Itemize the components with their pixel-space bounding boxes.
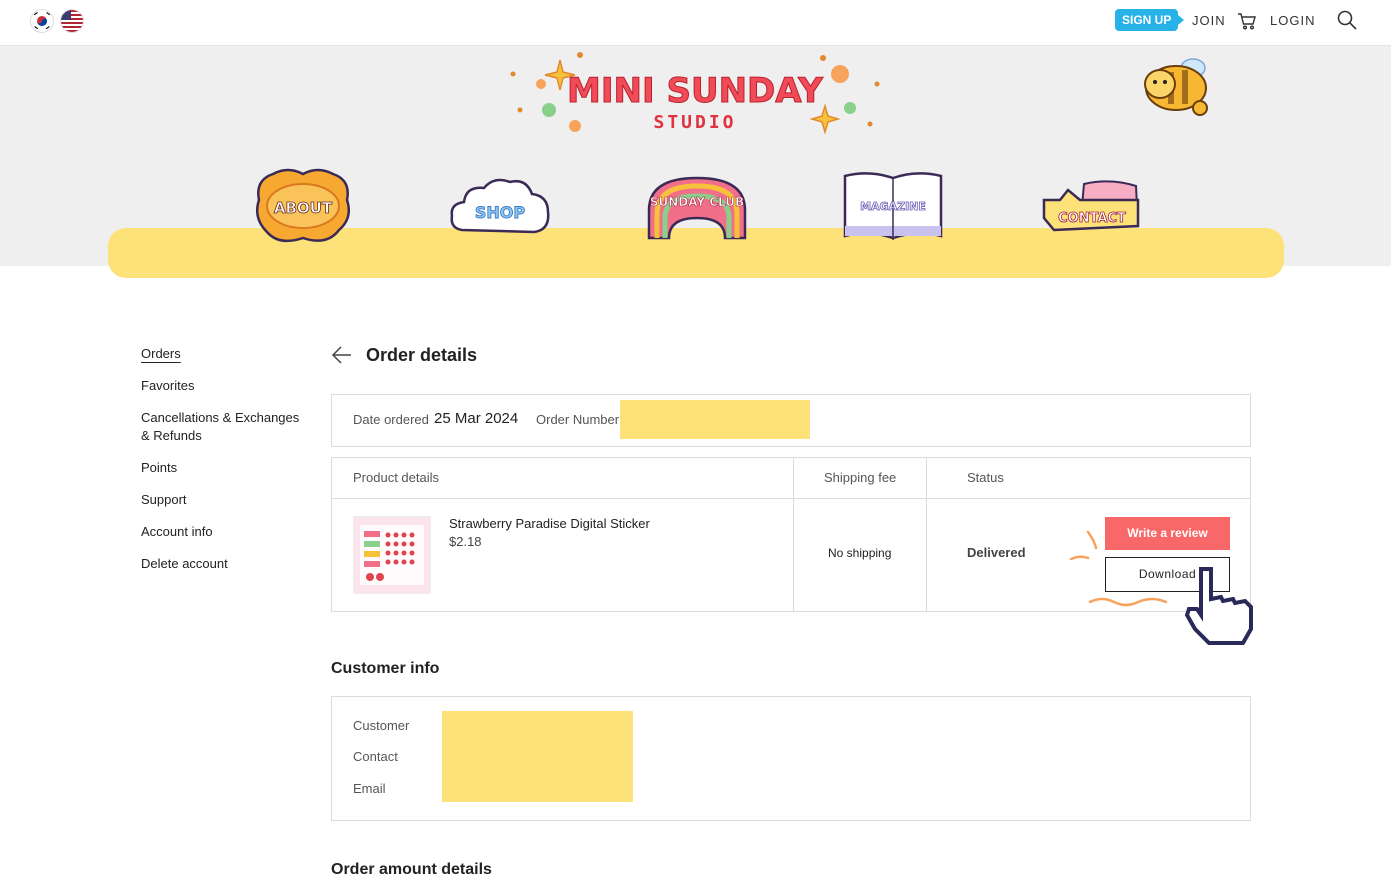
customer-info-box: Customer Contact Email: [331, 696, 1251, 821]
sidebar-item-support[interactable]: Support: [141, 491, 301, 509]
sidebar-item-points[interactable]: Points: [141, 459, 301, 477]
customer-label: Customer: [353, 718, 410, 733]
contact-label: Contact: [353, 749, 398, 764]
signup-badge[interactable]: SIGN UP: [1115, 9, 1185, 31]
sidebar-item-favorites[interactable]: Favorites: [141, 377, 301, 395]
sidebar-item-orders[interactable]: Orders: [141, 345, 301, 363]
date-ordered-value: 25 Mar 2024: [434, 410, 519, 427]
top-bar: SIGN UP JOIN LOGIN: [0, 0, 1391, 46]
nav-magazine[interactable]: MAGAZINE: [843, 170, 943, 244]
nav-shop[interactable]: SHOP: [448, 174, 552, 240]
join-link[interactable]: JOIN: [1192, 13, 1226, 28]
product-thumbnail[interactable]: [353, 516, 431, 594]
col-product-header: Product details: [353, 470, 439, 485]
cart-icon[interactable]: [1237, 11, 1257, 35]
sidebar-item-account-info[interactable]: Account info: [141, 523, 301, 541]
korea-flag-icon[interactable]: [30, 9, 54, 33]
customer-info-title: Customer info: [331, 660, 440, 677]
nav-sunday-club[interactable]: SUNDAY CLUB: [645, 174, 749, 242]
usa-flag-icon[interactable]: [60, 9, 84, 33]
order-meta-box: Date ordered 25 Mar 2024 Order Number: [331, 394, 1251, 447]
nav-contact-label: CONTACT: [1058, 211, 1126, 226]
nav-magazine-label: MAGAZINE: [860, 200, 926, 213]
site-logo[interactable]: MINI SUNDAY STUDIO: [505, 50, 885, 140]
search-icon[interactable]: [1336, 9, 1358, 35]
nav-about-label: ABOUT: [274, 199, 333, 217]
email-label: Email: [353, 781, 386, 796]
customer-details-redacted: [442, 711, 633, 802]
order-amount-title: Order amount details: [331, 861, 492, 878]
nav-shop-label: SHOP: [475, 203, 526, 222]
product-price: $2.18: [449, 534, 482, 549]
col-shipping-header: Shipping fee: [824, 470, 897, 485]
bee-mascot-icon: [1144, 58, 1208, 116]
sidebar-item-cancellations[interactable]: Cancellations & Exchanges & Refunds: [141, 409, 301, 445]
nav-sunday-club-label: SUNDAY CLUB: [650, 195, 744, 209]
col-status-header: Status: [967, 470, 1004, 485]
order-number-label: Order Number: [536, 412, 620, 427]
shipping-value: No shipping: [828, 546, 892, 560]
nav-contact[interactable]: CONTACT: [1040, 178, 1140, 238]
account-sidebar: Orders Favorites Cancellations & Exchang…: [141, 345, 301, 587]
pointing-hand-cursor-icon: [1184, 567, 1253, 645]
scribble-decor-icon: [1069, 530, 1168, 607]
back-arrow-icon[interactable]: [331, 344, 353, 366]
page-title: Order details: [366, 345, 478, 365]
logo-subtitle: STUDIO: [653, 112, 736, 133]
nav-about[interactable]: ABOUT: [253, 166, 353, 246]
order-number-redacted: [620, 400, 810, 439]
status-badge: Delivered: [967, 545, 1026, 560]
date-ordered-label: Date ordered: [353, 412, 429, 427]
sidebar-item-delete-account[interactable]: Delete account: [141, 555, 301, 573]
product-name[interactable]: Strawberry Paradise Digital Sticker: [449, 516, 650, 531]
login-link[interactable]: LOGIN: [1270, 13, 1315, 28]
site-header: MINI SUNDAY STUDIO ABOUT SHOP SUNDAY CLU…: [0, 46, 1391, 278]
logo-title: MINI SUNDAY: [567, 71, 823, 111]
